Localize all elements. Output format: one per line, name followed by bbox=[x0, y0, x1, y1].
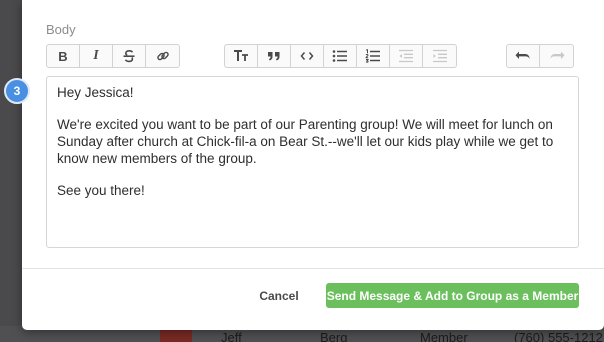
background-avatar bbox=[160, 328, 192, 342]
message-paragraph: We're excited you want to be part of our… bbox=[57, 117, 554, 166]
text-size-icon bbox=[234, 50, 248, 61]
background-sidebar bbox=[0, 0, 22, 342]
undo-button[interactable] bbox=[507, 45, 540, 67]
indent-icon bbox=[432, 49, 447, 63]
background-role: Member bbox=[420, 330, 468, 342]
message-closing: See you there! bbox=[57, 183, 145, 198]
code-icon bbox=[300, 52, 314, 60]
bold-icon: B bbox=[58, 48, 68, 64]
redo-button[interactable] bbox=[540, 45, 573, 67]
background-phone: (760) 555-1212 bbox=[514, 330, 603, 342]
bullet-list-button[interactable] bbox=[324, 45, 357, 67]
strikethrough-icon bbox=[123, 49, 135, 63]
send-and-add-button[interactable]: Send Message & Add to Group as a Member bbox=[326, 283, 579, 308]
message-body-editor[interactable]: Hey Jessica! We're excited you want to b… bbox=[46, 76, 579, 248]
outdent-button[interactable] bbox=[390, 45, 423, 67]
message-greeting: Hey Jessica! bbox=[57, 85, 134, 100]
numbered-list-icon bbox=[365, 49, 380, 63]
history-group bbox=[506, 44, 574, 68]
link-icon bbox=[156, 51, 169, 61]
background-last-name: Berg bbox=[320, 330, 348, 342]
link-button[interactable] bbox=[146, 45, 179, 67]
outdent-icon bbox=[399, 49, 413, 63]
undo-icon bbox=[515, 51, 530, 59]
footer-divider bbox=[22, 268, 604, 269]
quote-icon bbox=[268, 52, 280, 61]
bold-button[interactable]: B bbox=[47, 45, 80, 67]
strikethrough-button[interactable] bbox=[113, 45, 146, 67]
body-field-label: Body bbox=[46, 22, 76, 37]
code-button[interactable] bbox=[291, 45, 324, 67]
block-format-group bbox=[224, 44, 457, 68]
indent-button[interactable] bbox=[423, 45, 456, 67]
text-size-button[interactable] bbox=[225, 45, 258, 67]
italic-button[interactable]: I bbox=[80, 45, 113, 67]
inline-format-group: B I bbox=[46, 44, 180, 68]
step-number-badge: 3 bbox=[4, 78, 30, 104]
background-first-name: Jeff bbox=[221, 330, 242, 342]
quote-button[interactable] bbox=[258, 45, 291, 67]
cancel-button[interactable]: Cancel bbox=[249, 284, 309, 308]
redo-icon bbox=[550, 51, 564, 59]
numbered-list-button[interactable] bbox=[357, 45, 390, 67]
bullet-list-icon bbox=[332, 50, 347, 62]
message-modal: Body B I Hey Jessica! We're excited you … bbox=[22, 0, 604, 330]
italic-icon: I bbox=[93, 48, 99, 63]
